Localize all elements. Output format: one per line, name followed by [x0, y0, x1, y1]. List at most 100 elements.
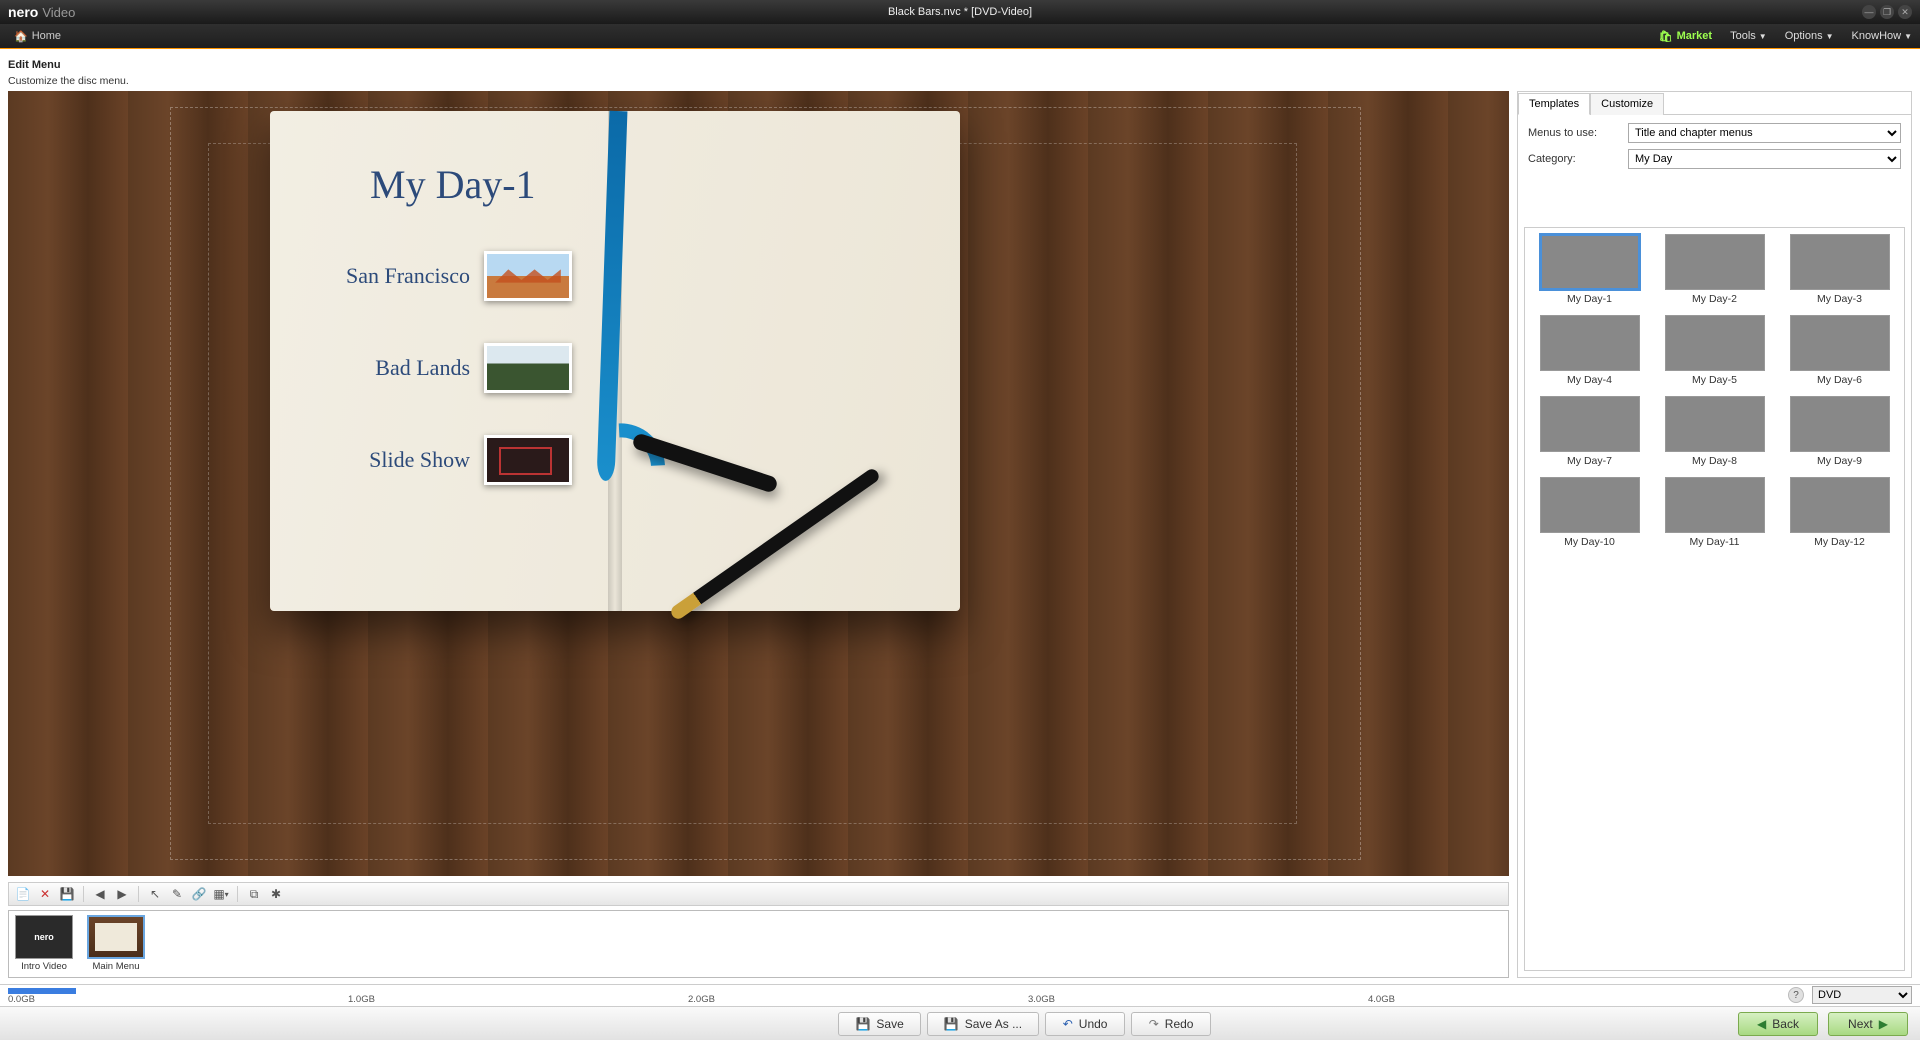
back-button[interactable]: ◀ Back	[1738, 1012, 1818, 1036]
template-item-10[interactable]: My Day-10	[1533, 477, 1646, 548]
separator	[83, 886, 84, 902]
strip-item-main[interactable]: Main Menu	[85, 915, 147, 973]
capacity-tick: 0.0GB	[8, 994, 35, 1005]
strip-label: Intro Video	[21, 961, 67, 972]
group-tool[interactable]: ⧉	[244, 885, 264, 903]
save-button[interactable]: 💾 Save	[838, 1012, 920, 1036]
category-select[interactable]: My Day	[1628, 149, 1901, 169]
close-icon[interactable]: ✕	[1898, 5, 1912, 19]
chevron-down-icon: ▼	[1904, 32, 1912, 41]
tools-label: Tools	[1730, 30, 1756, 42]
template-label: My Day-6	[1817, 374, 1862, 386]
separator	[138, 886, 139, 902]
template-item-6[interactable]: My Day-6	[1783, 315, 1896, 386]
menu-item-thumbnail	[484, 251, 572, 301]
template-thumbnail	[1540, 396, 1640, 452]
document-title: Black Bars.nvc * [DVD-Video]	[888, 6, 1032, 18]
title-bar: nero Video Black Bars.nvc * [DVD-Video] …	[0, 0, 1920, 24]
template-item-11[interactable]: My Day-11	[1658, 477, 1771, 548]
tab-customize[interactable]: Customize	[1590, 93, 1664, 115]
capacity-ticks: 0.0GB1.0GB2.0GB3.0GB4.0GB	[8, 994, 1800, 1004]
template-thumbnail	[1665, 234, 1765, 290]
template-options-form: Menus to use: Title and chapter menus Ca…	[1518, 115, 1911, 183]
nav-prev-button[interactable]: ◀	[90, 885, 110, 903]
tab-templates[interactable]: Templates	[1518, 93, 1590, 115]
next-button[interactable]: Next ▶	[1828, 1012, 1908, 1036]
capacity-tick: 3.0GB	[1028, 994, 1055, 1005]
save-icon: 💾	[855, 1017, 870, 1031]
redo-button[interactable]: ↷ Redo	[1131, 1012, 1211, 1036]
undo-icon: ↶	[1063, 1017, 1073, 1031]
menu-item-3[interactable]: Slide Show	[340, 435, 572, 485]
edit-tool[interactable]: ✎	[167, 885, 187, 903]
undo-button[interactable]: ↶ Undo	[1045, 1012, 1125, 1036]
book-graphic: My Day-1 San Francisco Bad Lands Slide S…	[270, 111, 960, 611]
template-item-9[interactable]: My Day-9	[1783, 396, 1896, 467]
menu-item-thumbnail	[484, 343, 572, 393]
template-item-2[interactable]: My Day-2	[1658, 234, 1771, 305]
link-tool[interactable]: 🔗	[189, 885, 209, 903]
template-item-8[interactable]: My Day-8	[1658, 396, 1771, 467]
template-label: My Day-3	[1817, 293, 1862, 305]
template-item-3[interactable]: My Day-3	[1783, 234, 1896, 305]
window-controls: — ❐ ✕	[1862, 5, 1912, 19]
pointer-tool[interactable]: ↖	[145, 885, 165, 903]
delete-button[interactable]: ✕	[35, 885, 55, 903]
template-thumbnail	[1665, 396, 1765, 452]
template-item-7[interactable]: My Day-7	[1533, 396, 1646, 467]
ribbon-graphic	[597, 111, 628, 481]
pen-graphic	[669, 467, 882, 622]
knowhow-menu[interactable]: KnowHow ▼	[1852, 30, 1912, 42]
template-thumbnail	[1540, 477, 1640, 533]
options-menu[interactable]: Options ▼	[1785, 30, 1834, 42]
template-label: My Day-8	[1692, 455, 1737, 467]
template-label: My Day-2	[1692, 293, 1737, 305]
preview-column: My Day-1 San Francisco Bad Lands Slide S…	[8, 91, 1509, 978]
strip-thumbnail: nero	[15, 915, 73, 959]
market-icon: 🛍	[1659, 30, 1673, 43]
grid-tool[interactable]: ▦▾	[211, 885, 231, 903]
template-label: My Day-10	[1564, 536, 1615, 548]
template-thumbnail	[1665, 477, 1765, 533]
effects-tool[interactable]: ✱	[266, 885, 286, 903]
tools-menu[interactable]: Tools ▼	[1730, 30, 1767, 42]
template-label: My Day-1	[1567, 293, 1612, 305]
menu-item-label: San Francisco	[340, 263, 470, 289]
help-icon[interactable]: ?	[1788, 987, 1804, 1003]
separator	[237, 886, 238, 902]
back-label: Back	[1772, 1017, 1799, 1031]
template-item-12[interactable]: My Day-12	[1783, 477, 1896, 548]
minimize-icon[interactable]: —	[1862, 5, 1876, 19]
maximize-icon[interactable]: ❐	[1880, 5, 1894, 19]
options-label: Options	[1785, 30, 1823, 42]
disc-format-select[interactable]: DVD	[1812, 986, 1912, 1004]
template-item-1[interactable]: My Day-1	[1533, 234, 1646, 305]
save-label: Save	[876, 1017, 903, 1031]
template-item-4[interactable]: My Day-4	[1533, 315, 1646, 386]
menu-thumbnail-strip: nero Intro Video Main Menu	[8, 910, 1509, 978]
menu-title-text[interactable]: My Day-1	[370, 161, 536, 208]
menus-to-use-select[interactable]: Title and chapter menus	[1628, 123, 1901, 143]
template-item-5[interactable]: My Day-5	[1658, 315, 1771, 386]
template-thumbnail	[1790, 477, 1890, 533]
save-disk-button[interactable]: 💾	[57, 885, 77, 903]
home-button[interactable]: 🏠 Home	[8, 28, 67, 45]
save-as-label: Save As ...	[965, 1017, 1022, 1031]
template-thumbnail	[1790, 315, 1890, 371]
new-button[interactable]: 📄	[13, 885, 33, 903]
menu-preview[interactable]: My Day-1 San Francisco Bad Lands Slide S…	[8, 91, 1509, 876]
page-title: Edit Menu	[8, 59, 1912, 71]
redo-label: Redo	[1165, 1017, 1194, 1031]
strip-thumbnail	[87, 915, 145, 959]
action-group-center: 💾 Save 💾 Save As ... ↶ Undo ↷ Redo	[838, 1012, 1211, 1036]
template-label: My Day-11	[1690, 536, 1740, 548]
template-thumbnail	[1790, 396, 1890, 452]
menu-item-2[interactable]: Bad Lands	[340, 343, 572, 393]
strip-item-intro[interactable]: nero Intro Video	[13, 915, 75, 973]
menu-item-1[interactable]: San Francisco	[340, 251, 572, 301]
template-label: My Day-5	[1692, 374, 1737, 386]
save-as-button[interactable]: 💾 Save As ...	[927, 1012, 1039, 1036]
sidebar-tabs: Templates Customize	[1518, 92, 1911, 115]
market-button[interactable]: 🛍 Market	[1659, 30, 1712, 43]
nav-next-button[interactable]: ▶	[112, 885, 132, 903]
